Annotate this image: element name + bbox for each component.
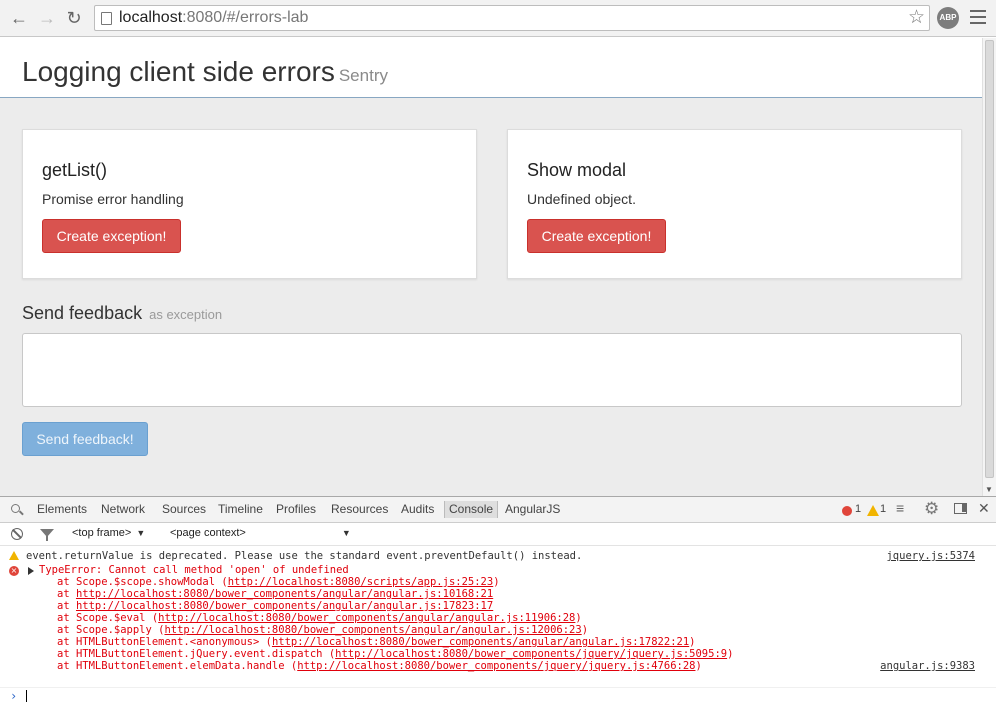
stack-frame: at Scope.$scope.showModal (http://localh… xyxy=(57,576,500,588)
gear-icon[interactable]: ⚙ xyxy=(924,499,939,519)
console-prompt[interactable]: › xyxy=(0,687,996,703)
console-error: × TypeError: Cannot call method 'open' o… xyxy=(0,564,996,686)
stack-frame: at HTMLButtonElement.elemData.handle (ht… xyxy=(57,660,702,672)
tab-timeline[interactable]: Timeline xyxy=(218,502,263,516)
console-warning: event.returnValue is deprecated. Please … xyxy=(0,550,996,564)
expand-triangle-icon[interactable] xyxy=(28,567,34,575)
warning-text: event.returnValue is deprecated. Please … xyxy=(26,550,583,562)
stack-link[interactable]: http://localhost:8080/scripts/app.js:25:… xyxy=(228,576,494,588)
tab-network[interactable]: Network xyxy=(101,502,145,516)
card-description: Undefined object. xyxy=(527,191,636,207)
stack-frame: at Scope.$apply (http://localhost:8080/b… xyxy=(57,624,589,636)
tab-audits[interactable]: Audits xyxy=(401,502,434,516)
forward-arrow-icon[interactable]: → xyxy=(36,7,58,29)
create-exception-button[interactable]: Create exception! xyxy=(527,219,666,253)
stack-link[interactable]: http://localhost:8080/bower_components/a… xyxy=(272,636,689,648)
stack-frame: at http://localhost:8080/bower_component… xyxy=(57,600,494,612)
clear-console-icon[interactable] xyxy=(11,528,23,540)
tab-angularjs[interactable]: AngularJS xyxy=(505,502,560,516)
warning-count-icon[interactable] xyxy=(867,505,879,516)
error-count[interactable]: 1 xyxy=(855,503,861,515)
stack-frame: at http://localhost:8080/bower_component… xyxy=(57,588,494,600)
tab-profiles[interactable]: Profiles xyxy=(276,502,316,516)
card-getlist: getList() Promise error handling Create … xyxy=(22,129,477,279)
send-feedback-button[interactable]: Send feedback! xyxy=(22,422,148,456)
feedback-heading: Send feedback as exception xyxy=(22,303,223,323)
page-scrollbar[interactable]: ▼ xyxy=(982,38,996,496)
card-title: getList() xyxy=(42,160,108,180)
card-description: Promise error handling xyxy=(42,191,184,207)
page-header: Logging client side errors Sentry xyxy=(0,38,982,98)
page-title: Logging client side errors Sentry xyxy=(22,56,388,87)
stack-link[interactable]: http://localhost:8080/bower_components/j… xyxy=(335,648,727,660)
stack-frame: at HTMLButtonElement.<anonymous> (http:/… xyxy=(57,636,696,648)
stack-frame: at HTMLButtonElement.jQuery.event.dispat… xyxy=(57,648,734,660)
stack-link[interactable]: http://localhost:8080/bower_components/a… xyxy=(76,600,493,612)
error-count-icon[interactable] xyxy=(842,506,852,516)
stack-link[interactable]: http://localhost:8080/bower_components/a… xyxy=(76,588,493,600)
stack-link[interactable]: http://localhost:8080/bower_components/a… xyxy=(164,624,581,636)
show-drawer-icon[interactable]: ≡ xyxy=(896,500,904,516)
back-arrow-icon[interactable]: ← xyxy=(8,7,30,29)
tab-sources[interactable]: Sources xyxy=(162,502,206,516)
error-message: TypeError: Cannot call method 'open' of … xyxy=(39,564,349,576)
menu-icon[interactable] xyxy=(970,10,986,25)
chevron-down-icon: ▼ xyxy=(341,528,351,538)
stack-link[interactable]: http://localhost:8080/bower_components/j… xyxy=(297,660,695,672)
warning-icon xyxy=(9,551,19,560)
create-exception-button[interactable]: Create exception! xyxy=(42,219,181,253)
adblock-icon[interactable]: ABP xyxy=(937,7,959,29)
stack-frame: at Scope.$eval (http://localhost:8080/bo… xyxy=(57,612,582,624)
reload-icon[interactable]: ↻ xyxy=(63,7,85,29)
close-icon[interactable]: ✕ xyxy=(978,500,990,517)
scrollbar-thumb[interactable] xyxy=(985,40,994,478)
page-icon xyxy=(101,12,112,25)
scroll-down-icon[interactable]: ▼ xyxy=(985,485,993,494)
card-title: Show modal xyxy=(527,160,627,180)
feedback-subheading: as exception xyxy=(149,307,223,322)
browser-toolbar: ← → ↻ localhost:8080/#/errors-lab ☆ ABP xyxy=(0,0,996,37)
bookmark-star-icon[interactable]: ☆ xyxy=(908,6,925,29)
text-cursor xyxy=(26,690,27,702)
stack-link[interactable]: http://localhost:8080/bower_components/a… xyxy=(158,612,575,624)
warning-count[interactable]: 1 xyxy=(880,503,886,515)
error-icon: × xyxy=(9,566,19,576)
filter-icon[interactable] xyxy=(40,529,54,541)
page-subtitle: Sentry xyxy=(338,66,388,85)
console-toolbar: <top frame> ▼ <page context> ▼ xyxy=(0,523,996,546)
error-source-link[interactable]: angular.js:9383 xyxy=(880,660,975,672)
tab-console[interactable]: Console xyxy=(444,501,499,518)
frame-select[interactable]: <top frame> ▼ xyxy=(72,527,145,539)
feedback-textarea[interactable] xyxy=(22,333,962,407)
address-bar[interactable]: localhost:8080/#/errors-lab ☆ xyxy=(94,5,930,31)
page-viewport: Logging client side errors Sentry getList… xyxy=(0,38,982,496)
tab-elements[interactable]: Elements xyxy=(37,502,87,516)
tab-resources[interactable]: Resources xyxy=(331,502,388,516)
devtools-panel: Elements Network Sources Timeline Profil… xyxy=(0,496,996,705)
warning-source-link[interactable]: jquery.js:5374 xyxy=(886,550,975,562)
devtools-tabbar: Elements Network Sources Timeline Profil… xyxy=(0,497,996,523)
prompt-chevron-icon: › xyxy=(10,689,18,703)
search-icon[interactable] xyxy=(11,504,20,513)
console-output: event.returnValue is deprecated. Please … xyxy=(0,548,996,704)
chevron-down-icon: ▼ xyxy=(136,528,146,538)
card-show-modal: Show modal Undefined object. Create exce… xyxy=(507,129,962,279)
url-text: localhost:8080/#/errors-lab xyxy=(119,9,309,26)
dock-side-icon[interactable] xyxy=(954,503,967,514)
context-select[interactable]: <page context> ▼ xyxy=(170,527,351,539)
